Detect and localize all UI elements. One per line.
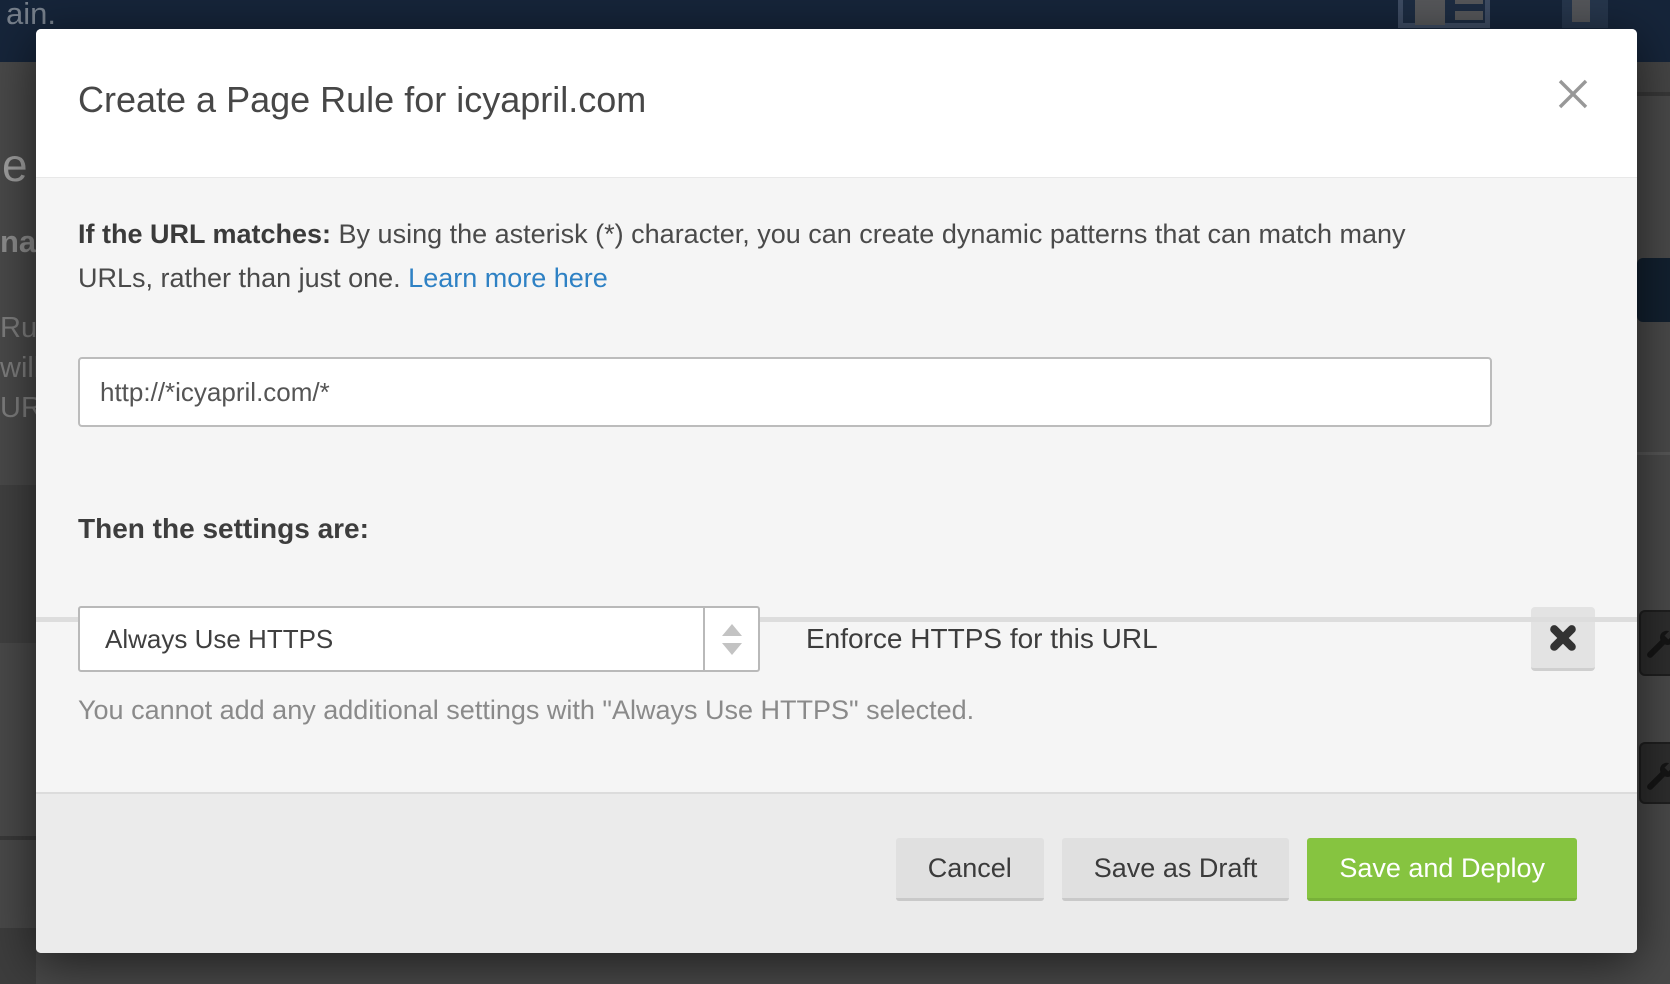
background-divider xyxy=(0,836,36,840)
background-section-band xyxy=(0,928,36,984)
setting-description: Enforce HTTPS for this URL xyxy=(806,623,1158,655)
background-section-band xyxy=(1637,62,1670,92)
chevron-up-down-icon xyxy=(705,608,758,670)
settings-heading: Then the settings are: xyxy=(78,513,1595,545)
background-heading-fragment: e xyxy=(2,138,28,192)
create-page-rule-dialog: Create a Page Rule for icyapril.com If t… xyxy=(36,29,1637,953)
url-match-description: If the URL matches: By using the asteris… xyxy=(78,212,1463,300)
wrench-icon[interactable] xyxy=(1639,610,1670,676)
background-text-fragment: will xyxy=(0,352,40,385)
dialog-body: If the URL matches: By using the asteris… xyxy=(36,178,1637,792)
setting-select[interactable]: Always Use HTTPS xyxy=(78,606,760,672)
background-divider xyxy=(1637,452,1670,455)
url-match-label: If the URL matches: xyxy=(78,219,331,249)
setting-select-value: Always Use HTTPS xyxy=(105,624,333,655)
close-icon[interactable] xyxy=(1551,73,1595,117)
setting-row: Always Use HTTPS Enforce HTTPS for this … xyxy=(78,606,1595,672)
dialog-title: Create a Page Rule for icyapril.com xyxy=(78,79,646,121)
background-blue-button-fragment[interactable] xyxy=(1637,258,1670,322)
background-text-fragment: Ru xyxy=(0,312,37,345)
save-as-draft-button[interactable]: Save as Draft xyxy=(1062,838,1290,901)
cancel-button[interactable]: Cancel xyxy=(896,838,1044,901)
learn-more-link[interactable]: Learn more here xyxy=(408,263,608,293)
x-remove-icon xyxy=(1548,623,1578,653)
dialog-footer: Cancel Save as Draft Save and Deploy xyxy=(36,792,1637,953)
save-and-deploy-button[interactable]: Save and Deploy xyxy=(1307,838,1577,901)
url-pattern-input[interactable] xyxy=(78,357,1492,427)
dialog-header: Create a Page Rule for icyapril.com xyxy=(36,29,1637,178)
panel-icon[interactable] xyxy=(1562,0,1608,28)
setting-note: You cannot add any additional settings w… xyxy=(78,695,1595,726)
screen: ain. e nav Ru will UR Create a Page Rule… xyxy=(0,0,1670,984)
background-navbar-text-fragment: ain. xyxy=(6,0,56,32)
background-section-band xyxy=(0,485,36,643)
background-divider xyxy=(1637,92,1670,96)
wrench-icon[interactable] xyxy=(1639,742,1670,804)
news-grid-icon[interactable] xyxy=(1398,0,1490,28)
